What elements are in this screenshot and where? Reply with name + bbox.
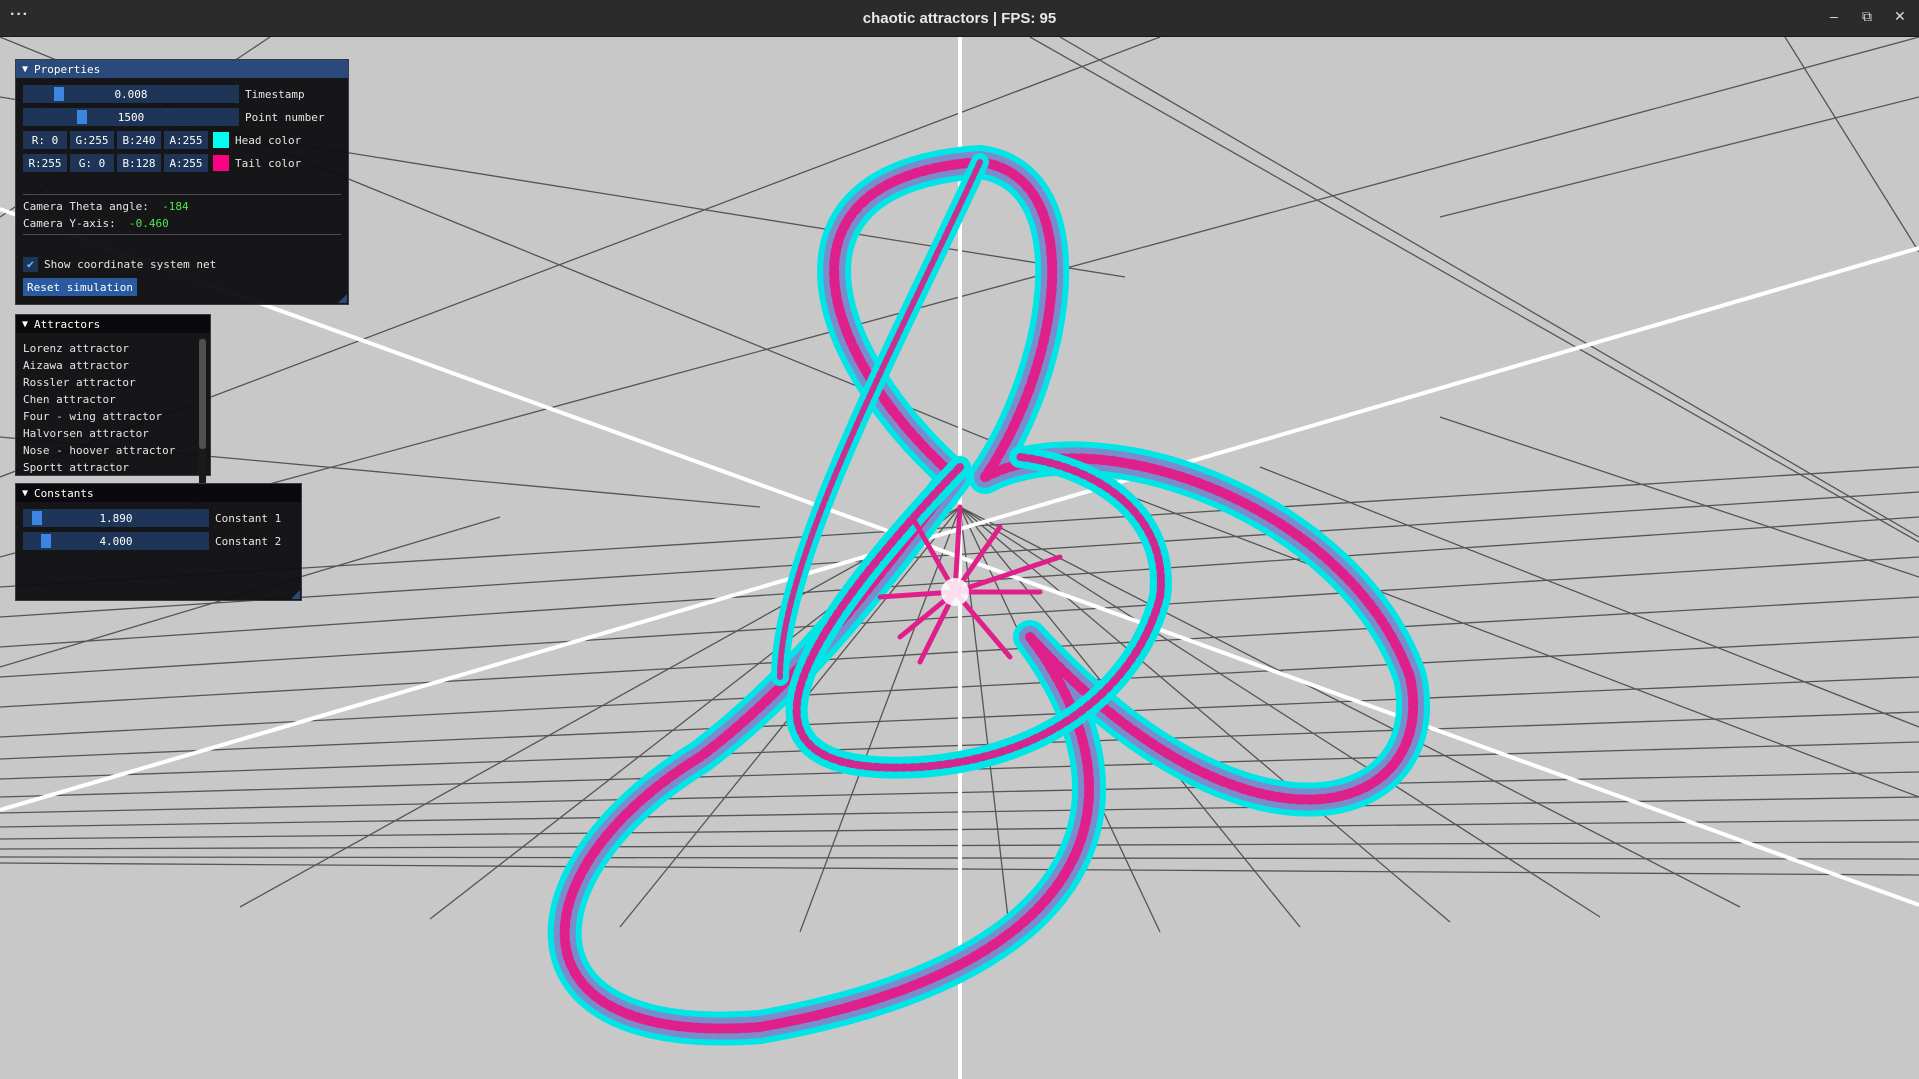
camera-theta-label: Camera Theta angle:: [23, 200, 149, 213]
camera-y-readout: Camera Y-axis: -0.460: [23, 217, 169, 230]
head-color-a-field[interactable]: A:255: [164, 131, 208, 149]
scrollbar-thumb[interactable]: [199, 339, 206, 449]
attractors-panel: ▼ Attractors Lorenz attractor Aizawa att…: [15, 314, 211, 489]
camera-y-label: Camera Y-axis:: [23, 217, 116, 230]
attractor-list: Lorenz attractor Aizawa attractor Rossle…: [23, 340, 195, 476]
separator: [23, 194, 341, 195]
point-number-value: 1500: [117, 110, 145, 124]
tail-color-r-field[interactable]: R:255: [23, 154, 67, 172]
properties-header[interactable]: ▼ Properties: [16, 60, 348, 78]
reset-simulation-button[interactable]: Reset simulation: [23, 278, 137, 296]
window-title: chaotic attractors | FPS: 95: [862, 9, 1057, 27]
camera-theta-readout: Camera Theta angle: -184: [23, 200, 189, 213]
close-icon[interactable]: ✕: [1894, 8, 1906, 25]
list-item[interactable]: Four - wing attractor: [23, 408, 195, 425]
tail-color-b-field[interactable]: B:128: [117, 154, 161, 172]
list-item[interactable]: Lorenz attractor: [23, 340, 195, 357]
head-color-label: Head color: [235, 133, 302, 147]
constant-2-slider[interactable]: 4.000: [23, 532, 209, 550]
resize-grip[interactable]: [338, 294, 347, 303]
window-menu-icon[interactable]: ···: [10, 6, 29, 24]
timestamp-slider[interactable]: 0.008: [23, 85, 239, 103]
list-item[interactable]: Aizawa attractor: [23, 357, 195, 374]
point-number-slider[interactable]: 1500: [23, 108, 239, 126]
list-item[interactable]: Halvorsen attractor: [23, 425, 195, 442]
list-item[interactable]: Sportt attractor: [23, 459, 195, 476]
show-net-row[interactable]: ✔ Show coordinate system net: [23, 255, 216, 273]
title-bar: ··· chaotic attractors | FPS: 95 – ⧉ ✕: [0, 0, 1919, 37]
attractors-header[interactable]: ▼ Attractors: [16, 315, 210, 333]
constants-title: Constants: [34, 486, 94, 500]
collapse-triangle-icon[interactable]: ▼: [22, 319, 28, 330]
camera-y-value: -0.460: [128, 217, 169, 230]
attractor-scrollbar[interactable]: [199, 337, 206, 489]
tail-color-label: Tail color: [235, 156, 302, 170]
head-color-r-field[interactable]: R: 0: [23, 131, 67, 149]
head-color-swatch[interactable]: [213, 132, 229, 148]
constant-1-slider[interactable]: 1.890: [23, 509, 209, 527]
slider-grab[interactable]: [77, 110, 87, 124]
properties-title: Properties: [34, 62, 101, 76]
constant-1-value: 1.890: [99, 511, 133, 525]
attractors-title: Attractors: [34, 317, 101, 331]
slider-grab[interactable]: [32, 511, 42, 525]
collapse-triangle-icon[interactable]: ▼: [22, 64, 28, 75]
restore-icon[interactable]: ⧉: [1862, 8, 1872, 25]
head-color-g-field[interactable]: G:255: [70, 131, 114, 149]
camera-theta-value: -184: [162, 200, 189, 213]
constant-2-label: Constant 2: [215, 534, 282, 548]
show-net-label: Show coordinate system net: [44, 257, 217, 271]
slider-grab[interactable]: [54, 87, 64, 101]
minimize-icon[interactable]: –: [1830, 8, 1838, 24]
tail-color-a-field[interactable]: A:255: [164, 154, 208, 172]
list-item[interactable]: Nose - hoover attractor: [23, 442, 195, 459]
constant-2-value: 4.000: [99, 534, 133, 548]
point-number-label: Point number: [245, 110, 325, 124]
separator: [23, 234, 341, 235]
show-net-checkbox[interactable]: ✔: [23, 256, 38, 272]
tail-color-g-field[interactable]: G: 0: [70, 154, 114, 172]
constants-header[interactable]: ▼ Constants: [16, 484, 301, 502]
attractor-trail: [547, 145, 1431, 1046]
constants-panel: ▼ Constants 1.890 Constant 1 4.000 Const…: [15, 483, 302, 601]
list-item[interactable]: Chen attractor: [23, 391, 195, 408]
head-color-b-field[interactable]: B:240: [117, 131, 161, 149]
resize-grip[interactable]: [291, 590, 300, 599]
constant-1-label: Constant 1: [215, 511, 282, 525]
collapse-triangle-icon[interactable]: ▼: [22, 488, 28, 499]
properties-panel: ▼ Properties 0.008 Timestamp 1500 Point …: [15, 59, 349, 305]
list-item[interactable]: Rossler attractor: [23, 374, 195, 391]
slider-grab[interactable]: [41, 534, 51, 548]
timestamp-value: 0.008: [114, 87, 148, 101]
tail-color-swatch[interactable]: [213, 155, 229, 171]
timestamp-label: Timestamp: [245, 87, 305, 101]
